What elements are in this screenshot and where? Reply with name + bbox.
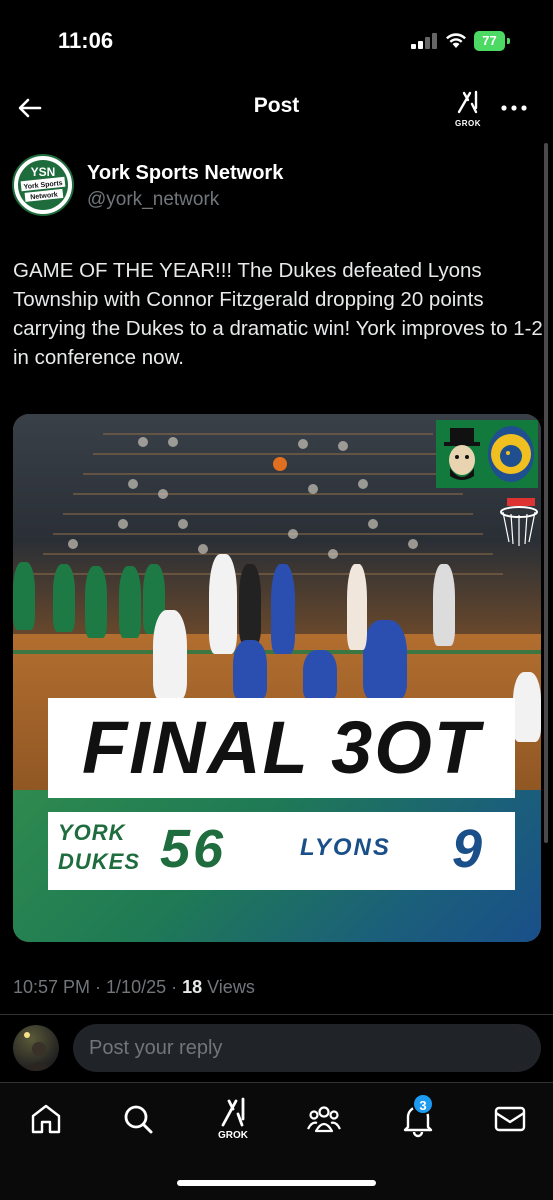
more-options-icon[interactable] [498, 94, 530, 122]
post-media-image[interactable]: FINAL 3OT YORK DUKES 56 LYONS 9 [13, 414, 541, 942]
avatar-text-top: YSN [31, 165, 56, 179]
tab-communities[interactable] [304, 1099, 344, 1139]
author-avatar[interactable]: YSN York Sports Network [12, 154, 74, 216]
home-team-name: YORK DUKES [58, 818, 150, 876]
post-header: Post GROK [0, 80, 553, 136]
final-headline: FINAL 3OT [82, 706, 481, 789]
grok-icon [457, 90, 478, 114]
team-logos [436, 420, 538, 488]
scrollbar[interactable] [544, 143, 548, 843]
away-team-name: LYONS [300, 834, 391, 861]
grok-icon [221, 1097, 245, 1127]
views-label: Views [202, 977, 255, 997]
home-icon [31, 1104, 61, 1134]
post-meta: 10:57 PM · 1/10/25 · 18 Views [13, 977, 255, 998]
home-team-line2: DUKES [58, 849, 141, 874]
cellular-signal-icon [411, 33, 437, 49]
views-count[interactable]: 18 [182, 977, 202, 997]
divider [0, 1014, 553, 1015]
author-handle[interactable]: @york_network [87, 189, 219, 211]
away-team-score: 9 [452, 819, 483, 879]
user-avatar[interactable] [13, 1025, 59, 1071]
tab-home[interactable] [26, 1099, 66, 1139]
post-timestamp[interactable]: 10:57 PM · 1/10/25 · [13, 977, 182, 997]
battery-icon: 77 [474, 31, 510, 51]
battery-level: 77 [474, 31, 505, 51]
tab-messages[interactable] [490, 1099, 530, 1139]
tab-grok-label: GROK [218, 1130, 248, 1141]
basketball-hoop-icon [500, 498, 538, 546]
communities-icon [307, 1106, 341, 1133]
tab-notifications[interactable]: 3 [398, 1093, 438, 1139]
messages-envelope-icon [494, 1106, 526, 1132]
scoreboard: YORK DUKES 56 LYONS 9 [48, 812, 515, 890]
tab-grok[interactable]: GROK [212, 1095, 254, 1145]
lyons-lion-logo [488, 426, 534, 482]
grok-button[interactable]: GROK [450, 88, 486, 128]
york-duke-logo [444, 428, 480, 480]
status-time: 11:06 [58, 28, 114, 53]
reply-placeholder: Post your reply [89, 1037, 223, 1059]
final-banner: FINAL 3OT [48, 698, 515, 798]
home-team-score: 56 [160, 819, 227, 879]
author-name[interactable]: York Sports Network [87, 162, 283, 185]
home-team-line1: YORK [58, 820, 126, 845]
wifi-icon [446, 33, 466, 48]
search-icon [124, 1105, 153, 1134]
home-indicator[interactable] [177, 1180, 376, 1186]
status-bar: 11:06 77 [0, 0, 553, 80]
notifications-badge: 3 [412, 1093, 434, 1115]
basketball-icon [273, 457, 287, 471]
grok-label: GROK [455, 119, 481, 128]
ysn-logo: YSN York Sports Network [15, 157, 71, 213]
post-text: GAME OF THE YEAR!!! The Dukes defeated L… [13, 259, 543, 369]
reply-input[interactable]: Post your reply [73, 1024, 541, 1072]
tab-search[interactable] [118, 1099, 158, 1139]
